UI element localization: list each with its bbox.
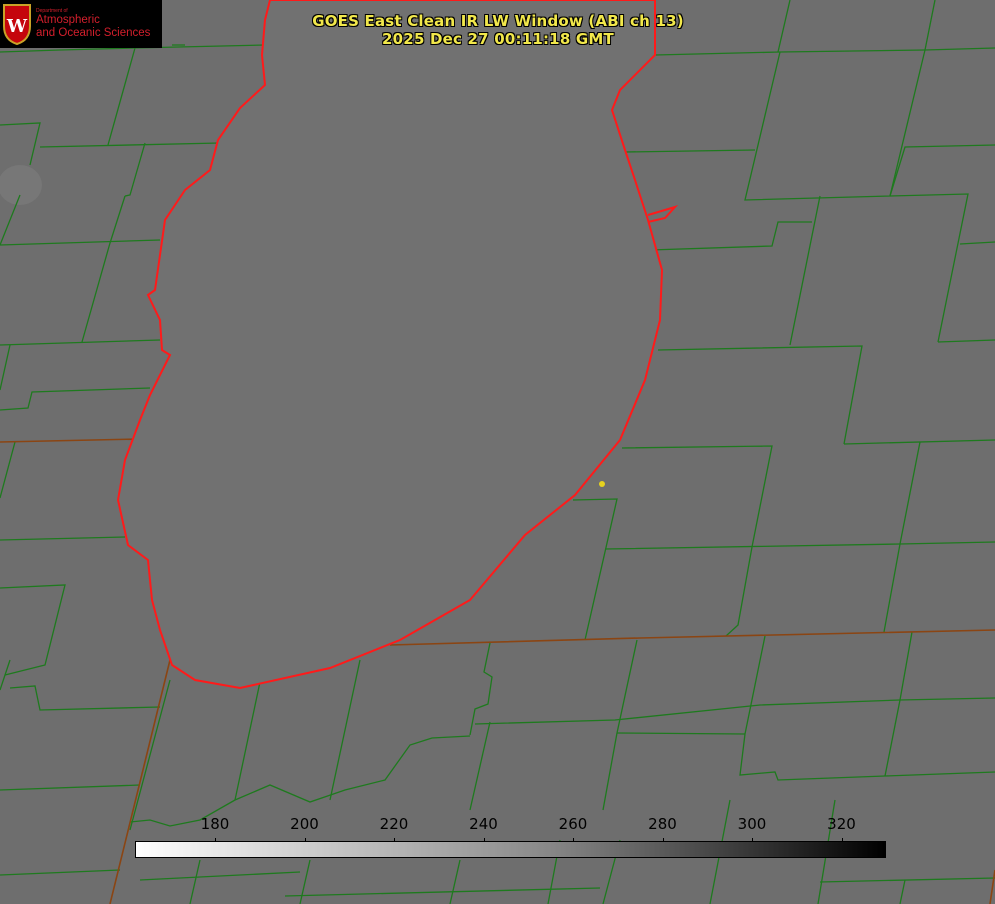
colorbar-tick-label: 300 <box>737 815 767 833</box>
image-title: GOES East Clean IR LW Window (ABI ch 13) <box>312 12 684 30</box>
image-timestamp: 2025 Dec 27 00:11:18 GMT <box>382 30 614 48</box>
uw-aos-logo: W Department of Atmospheric and Oceanic … <box>0 0 162 48</box>
colorbar-tick-label: 240 <box>469 815 498 833</box>
crest-icon: W <box>3 4 31 46</box>
colorbar-tick-mark <box>662 838 664 842</box>
satellite-image: W Department of Atmospheric and Oceanic … <box>0 0 995 904</box>
colorbar-tick-label: 200 <box>290 815 319 833</box>
logo-line-1: Atmospheric <box>36 14 100 27</box>
colorbar-tick-label: 180 <box>200 815 230 833</box>
colorbar-tick-mark <box>841 838 843 842</box>
map-canvas <box>0 0 995 904</box>
colorbar-tick-mark <box>483 838 485 842</box>
colorbar-tick-mark <box>304 838 306 842</box>
colorbar-tick-label: 260 <box>558 815 588 833</box>
colorbar-tick-mark <box>573 838 574 842</box>
colorbar-tick-mark <box>394 838 395 842</box>
colorbar-tick-label: 320 <box>827 815 856 833</box>
colorbar <box>135 841 886 858</box>
colorbar-tick-mark <box>215 838 216 842</box>
bay-inlet <box>647 205 679 223</box>
colorbar-tick-label: 280 <box>648 815 677 833</box>
logo-line-2: and Oceanic Sciences <box>36 26 151 39</box>
colorbar-tick-mark <box>752 838 753 842</box>
station-marker <box>599 481 605 487</box>
seal-letter: W <box>6 16 28 37</box>
colorbar-tick-label: 220 <box>379 815 409 833</box>
lake-michigan <box>116 0 664 690</box>
cloud-patch <box>0 165 42 205</box>
